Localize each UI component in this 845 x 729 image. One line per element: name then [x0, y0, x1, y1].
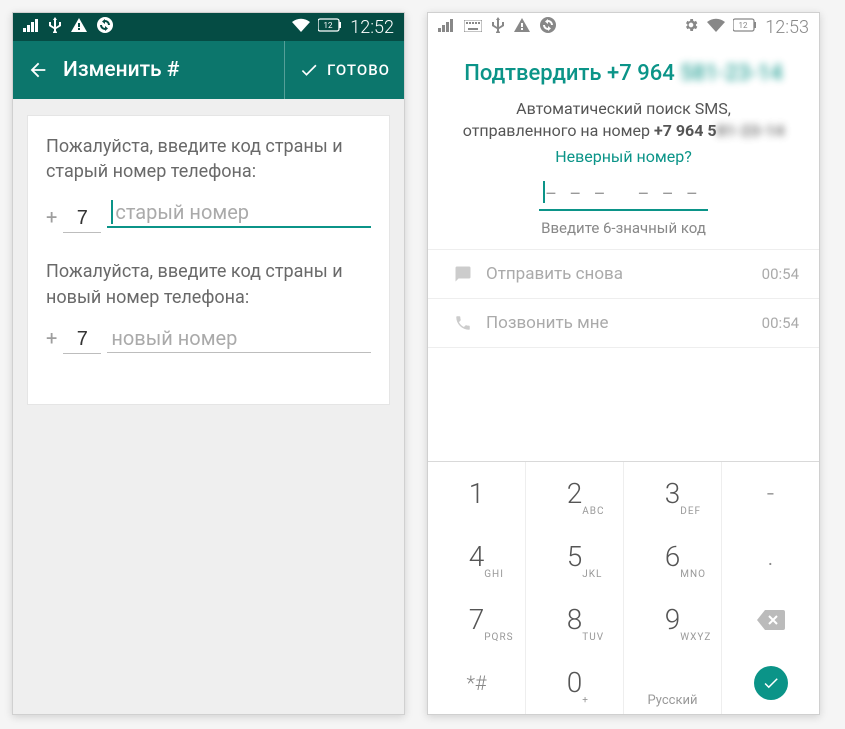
- sync-icon: [540, 17, 556, 37]
- battery-icon: 12: [318, 18, 342, 36]
- key-1[interactable]: 1: [428, 462, 526, 525]
- keyboard-icon: [464, 18, 482, 36]
- plus-prefix: +: [46, 205, 57, 229]
- content-area: Пожалуйста, введите код страны и старый …: [13, 99, 404, 714]
- info-phone-visible: +7 964 5: [654, 121, 717, 140]
- key-6[interactable]: 6MNO: [624, 525, 722, 588]
- call-timer: 00:54: [762, 314, 799, 332]
- key-language[interactable]: Русский: [624, 651, 722, 714]
- sync-icon: [97, 17, 113, 37]
- code-hint: Введите 6-значный код: [428, 219, 819, 237]
- new-number-placeholder: новый номер: [111, 326, 237, 350]
- svg-text:12: 12: [324, 21, 333, 30]
- key-4[interactable]: 4GHI: [428, 525, 526, 588]
- resend-label: Отправить снова: [486, 264, 623, 284]
- back-button[interactable]: [13, 59, 63, 81]
- code-input[interactable]: – – – – – –: [539, 184, 708, 211]
- wrong-number-link[interactable]: Неверный номер?: [428, 147, 819, 166]
- key-dash[interactable]: -: [722, 462, 819, 525]
- status-time: 12:53: [765, 17, 809, 38]
- wifi-icon: [292, 18, 310, 36]
- settings-icon: [683, 17, 699, 37]
- resend-timer: 00:54: [762, 265, 799, 283]
- usb-icon: [49, 17, 61, 37]
- status-bar: 12 12:52: [13, 13, 404, 41]
- code-input-wrap: – – – – – –: [428, 184, 819, 211]
- key-2[interactable]: 2ABC: [526, 462, 624, 525]
- key-5[interactable]: 5JKL: [526, 525, 624, 588]
- new-number-row: + новый номер: [46, 324, 371, 354]
- done-button[interactable]: ГОТОВО: [284, 41, 404, 99]
- status-bar: 12 12:53: [428, 13, 819, 41]
- status-time: 12:52: [350, 17, 394, 38]
- key-dot[interactable]: .: [722, 525, 819, 588]
- resend-sms-row[interactable]: Отправить снова 00:54: [428, 249, 819, 298]
- country-code-new[interactable]: [63, 326, 101, 354]
- call-label: Позвонить мне: [486, 313, 609, 333]
- app-header: Изменить # ГОТОВО: [13, 41, 404, 99]
- key-7[interactable]: 7PQRS: [428, 588, 526, 651]
- battery-icon: 12: [733, 18, 757, 36]
- call-me-row[interactable]: Позвонить мне 00:54: [428, 298, 819, 348]
- numeric-keypad: 1 2ABC 3DEF - 4GHI 5JKL 6MNO . 7PQRS 8TU…: [428, 461, 819, 714]
- prompt-old: Пожалуйста, введите код страны и старый …: [46, 134, 371, 184]
- check-icon: [754, 666, 788, 700]
- wifi-icon: [707, 18, 725, 36]
- prompt-new: Пожалуйста, введите код страны и новый н…: [46, 259, 371, 309]
- key-8[interactable]: 8TUV: [526, 588, 624, 651]
- new-number-input[interactable]: новый номер: [107, 324, 371, 353]
- text-cursor: [543, 181, 545, 203]
- phone-icon: [448, 314, 478, 332]
- plus-prefix: +: [46, 326, 57, 350]
- usb-icon: [492, 17, 504, 37]
- warning-icon: [71, 18, 87, 36]
- info-phone-hidden: 81-23-14: [717, 121, 785, 140]
- key-backspace[interactable]: [722, 588, 819, 651]
- country-code-old[interactable]: [63, 205, 101, 233]
- sms-icon: [448, 265, 478, 283]
- old-number-placeholder: старый номер: [115, 200, 249, 224]
- header-title: Изменить #: [63, 58, 284, 82]
- form-card: Пожалуйста, введите код страны и старый …: [27, 115, 390, 405]
- key-3[interactable]: 3DEF: [624, 462, 722, 525]
- key-0[interactable]: 0+: [526, 651, 624, 714]
- screen-change-number: 12 12:52 Изменить # ГОТОВО Пожалуйста, в…: [12, 12, 405, 715]
- signal-icon: [23, 18, 39, 36]
- verify-title-hidden: 581-23-14: [680, 61, 782, 86]
- old-number-input[interactable]: старый номер: [107, 198, 371, 228]
- verify-title: Подтвердить +7 964: [464, 61, 674, 86]
- warning-icon: [514, 18, 530, 36]
- text-cursor: [111, 200, 113, 224]
- screen-verify: 12 12:53 Подтвердить +7 964 581-23-14 Ав…: [427, 12, 820, 715]
- key-symbols[interactable]: *#: [428, 651, 526, 714]
- key-submit[interactable]: [722, 651, 819, 714]
- signal-icon: [438, 18, 454, 36]
- info-line1: Автоматический поиск SMS,: [516, 99, 731, 118]
- info-line2: отправленного на номер: [463, 121, 654, 140]
- svg-text:12: 12: [739, 21, 748, 30]
- done-label: ГОТОВО: [327, 61, 390, 79]
- verify-info: Автоматический поиск SMS, отправленного …: [428, 90, 819, 143]
- key-9[interactable]: 9WXYZ: [624, 588, 722, 651]
- verify-header: Подтвердить +7 964 581-23-14: [428, 41, 819, 90]
- old-number-row: + старый номер: [46, 198, 371, 233]
